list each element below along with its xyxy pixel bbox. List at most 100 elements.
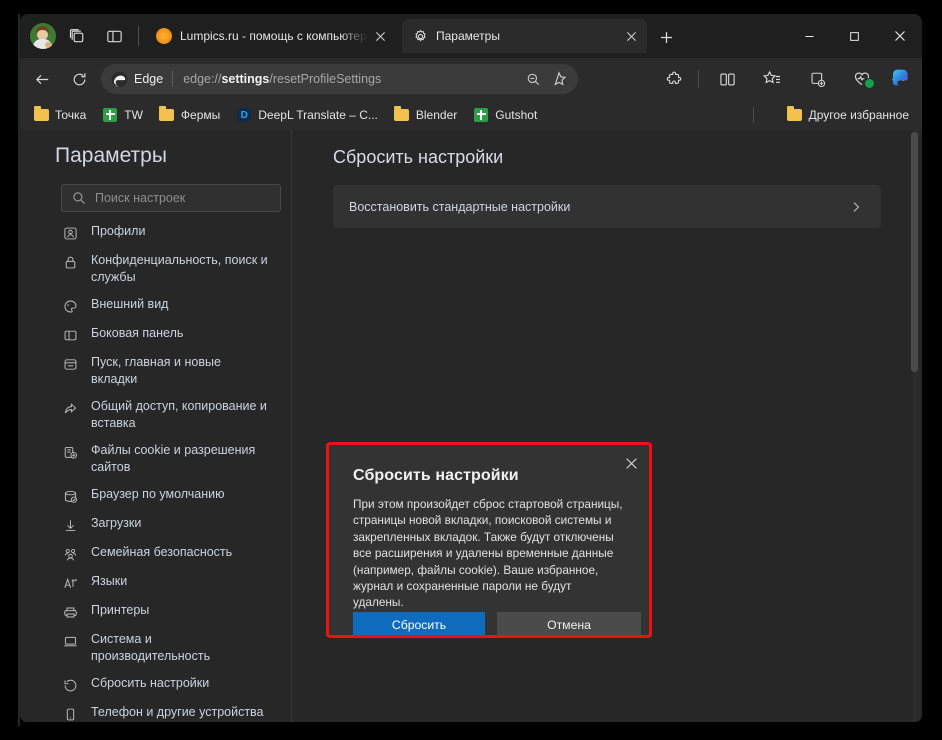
restore-defaults-row[interactable]: Восстановить стандартные настройки [333, 185, 881, 228]
minimize-button[interactable] [787, 14, 832, 58]
system-performance-icon [61, 632, 79, 650]
sidebar-item-printers[interactable]: Принтеры [20, 597, 291, 626]
workspaces-icon[interactable] [67, 26, 87, 46]
tab-strip-divider [138, 26, 139, 46]
extensions-puzzle-icon[interactable] [659, 65, 689, 93]
sidebar-item-cookies[interactable]: Файлы cookie и разрешения сайтов [20, 437, 291, 481]
sidebar-item-label: Семейная безопасность [91, 545, 233, 559]
search-icon [71, 191, 86, 206]
content-scrollbar-thumb[interactable] [911, 132, 918, 372]
bookmark-label: DeepL Translate – C... [258, 108, 378, 122]
sidebar-item-privacy[interactable]: Конфиденциальность, поиск и службы [20, 247, 291, 291]
window-controls [787, 14, 922, 58]
family-safety-icon [61, 545, 79, 563]
tab-close-button[interactable] [619, 24, 643, 48]
content-scrollbar-track[interactable] [911, 130, 920, 722]
annotation-highlight-box [326, 442, 652, 638]
languages-icon [61, 574, 79, 592]
search-settings-box[interactable] [61, 184, 281, 212]
content-heading: Сбросить настройки [333, 147, 504, 167]
browser-tab-lumpics[interactable]: Lumpics.ru - помощь с компьютерами [146, 19, 396, 53]
download-icon [61, 516, 79, 534]
screen: Lumpics.ru - помощь с компьютерами Парам… [0, 0, 942, 740]
split-screen-icon[interactable] [712, 65, 742, 93]
toolbar-divider [698, 70, 699, 88]
sidebar-item-phone-devices[interactable]: Телефон и другие устройства [20, 699, 291, 722]
url-prefix: edge:// [183, 72, 222, 86]
sidebar-item-languages[interactable]: Языки [20, 568, 291, 597]
sidebar-item-profiles[interactable]: Профили [20, 218, 291, 247]
other-bookmarks-label: Другое избранное [808, 108, 909, 122]
tab-close-button[interactable] [368, 24, 392, 48]
browser-tab-settings[interactable]: Параметры [402, 19, 647, 53]
cookie-permissions-icon [61, 443, 79, 461]
restore-defaults-label: Восстановить стандартные настройки [349, 199, 571, 214]
start-home-icon [61, 355, 79, 373]
folder-icon [159, 106, 175, 123]
sidebar-item-label: Загрузки [91, 516, 142, 530]
zoom-out-icon[interactable] [520, 66, 546, 92]
bookmarks-bar: Точка TW Фермы D DeepL Translate – C... … [20, 100, 922, 130]
reload-icon[interactable] [65, 65, 93, 93]
bookmark-label: TW [124, 108, 143, 122]
printer-icon [61, 603, 79, 621]
close-button[interactable] [877, 14, 922, 58]
bookmark-item[interactable]: D DeepL Translate – C... [229, 103, 385, 127]
sidebar-item-label: Пуск, главная и новые вкладки [91, 355, 221, 386]
new-tab-button[interactable] [653, 24, 679, 50]
lock-icon [61, 253, 79, 271]
bookmark-item[interactable]: Точка [26, 103, 93, 127]
green-cross-icon [102, 107, 118, 123]
sidebar-item-label: Файлы cookie и разрешения сайтов [91, 443, 256, 474]
bookmark-item[interactable]: TW [95, 103, 150, 127]
bookmarks-divider [753, 107, 754, 123]
chevron-right-icon [849, 200, 863, 214]
browser-essentials-icon[interactable] [847, 65, 877, 93]
sidebar-item-appearance[interactable]: Внешний вид [20, 291, 291, 320]
bookmark-item[interactable]: Gutshot [466, 103, 544, 127]
profile-avatar[interactable] [30, 23, 56, 49]
sidebar-item-sidebar[interactable]: Боковая панель [20, 320, 291, 349]
sidebar-item-system-performance[interactable]: Система и производительность [20, 626, 291, 670]
bookmark-item[interactable]: Фермы [152, 103, 227, 127]
copilot-icon[interactable] [888, 66, 914, 92]
settings-page: Параметры Поиск настроек Профили Конфиде… [20, 130, 922, 722]
tab-title: Параметры [436, 29, 500, 43]
sidebar-item-share-copy-paste[interactable]: Общий доступ, копирование и вставка [20, 393, 291, 437]
address-bar[interactable]: Edge edge://settings/resetProfileSetting… [101, 64, 578, 94]
url-path: /resetProfileSettings [269, 72, 382, 86]
deepl-icon: D [236, 107, 252, 123]
orange-circle-icon [156, 28, 172, 44]
other-bookmarks-button[interactable]: Другое избранное [780, 103, 916, 127]
folder-icon [33, 106, 49, 123]
sidebar-item-downloads[interactable]: Загрузки [20, 510, 291, 539]
phone-devices-icon [61, 705, 79, 722]
collections-icon[interactable] [802, 65, 832, 93]
sidebar-item-start-home[interactable]: Пуск, главная и новые вкладки [20, 349, 291, 393]
back-arrow-icon[interactable] [28, 65, 56, 93]
sidebar-item-label: Телефон и другие устройства [91, 705, 264, 719]
star-icon[interactable] [546, 66, 572, 92]
bookmark-item[interactable]: Blender [387, 103, 464, 127]
sidebar-item-label: Языки [91, 574, 128, 588]
sidebar-item-label: Браузер по умолчанию [91, 487, 225, 501]
bookmark-label: Gutshot [495, 108, 538, 122]
url-host: settings [221, 72, 270, 86]
sidebar-item-reset-settings[interactable]: Сбросить настройки [20, 670, 291, 699]
reset-settings-icon [61, 676, 79, 694]
favorites-list-icon[interactable] [757, 65, 787, 93]
tab-strip: Lumpics.ru - помощь с компьютерами Парам… [20, 14, 922, 58]
page-title: Параметры [55, 144, 167, 167]
bookmark-label: Точка [55, 108, 87, 122]
search-input[interactable] [95, 191, 270, 205]
maximize-button[interactable] [832, 14, 877, 58]
sidebar-item-default-browser[interactable]: Браузер по умолчанию [20, 481, 291, 510]
tab-title: Lumpics.ru - помощь с компьютерами [180, 29, 368, 43]
edge-browser-window: Lumpics.ru - помощь с компьютерами Парам… [20, 14, 922, 722]
folder-icon [394, 106, 410, 123]
settings-nav-list: Профили Конфиденциальность, поиск и служ… [20, 218, 291, 722]
address-bar-divider [172, 71, 174, 87]
gear-icon [412, 28, 428, 44]
tab-actions-icon[interactable] [104, 26, 124, 46]
sidebar-item-family-safety[interactable]: Семейная безопасность [20, 539, 291, 568]
